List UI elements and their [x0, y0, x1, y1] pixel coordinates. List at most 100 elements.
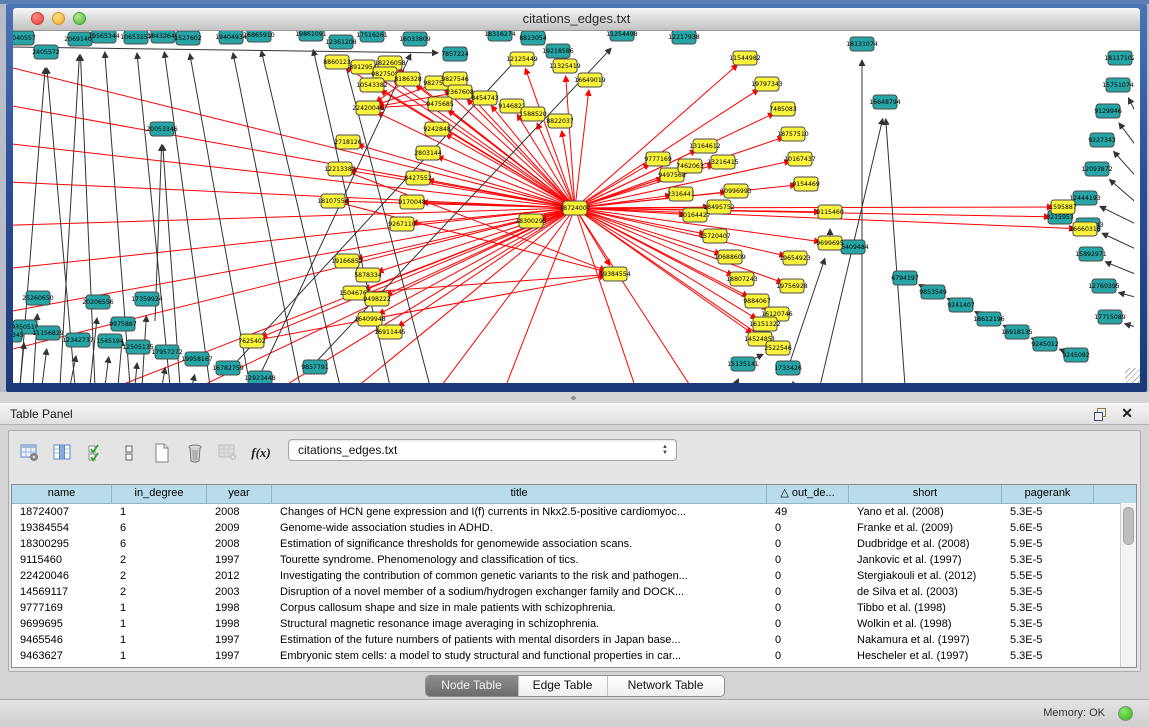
graph-node[interactable]: 1733426 — [774, 361, 802, 375]
tab-network-table[interactable]: Network Table — [607, 676, 724, 696]
graph-node[interactable]: 16782759 — [212, 361, 244, 375]
table-cell[interactable]: 0 — [767, 632, 849, 648]
table-cell[interactable]: 0 — [767, 600, 849, 616]
table-cell[interactable]: 6 — [112, 520, 207, 536]
table-row[interactable]: 946554611997Estimation of the future num… — [12, 632, 1136, 648]
new-column-icon[interactable] — [151, 442, 173, 464]
table-cell[interactable]: 0 — [767, 568, 849, 584]
function-builder-icon[interactable]: f(x) — [250, 442, 272, 464]
graph-node[interactable]: 16648794 — [869, 95, 901, 109]
table-cell[interactable]: Changes of HCN gene expression and I(f) … — [272, 504, 767, 520]
graph-node[interactable]: 18495752 — [703, 200, 735, 214]
table-cell[interactable]: 18724007 — [12, 504, 112, 520]
graph-node[interactable]: 11156829 — [32, 326, 64, 340]
table-cell[interactable]: Franke et al. (2009) — [849, 520, 1002, 536]
graph-node[interactable]: 2803144 — [414, 146, 442, 160]
table-row[interactable]: 977716911998Corpus callosum shape and si… — [12, 600, 1136, 616]
graph-node[interactable]: 2405572 — [32, 45, 60, 59]
graph-node[interactable]: 16649019 — [574, 73, 606, 87]
table-cell[interactable]: 5.3E-5 — [1002, 600, 1094, 616]
graph-node[interactable]: 22420046 — [352, 101, 384, 115]
column-visibility-icon[interactable] — [52, 442, 74, 464]
graph-node[interactable]: 19384554 — [599, 267, 631, 281]
graph-node[interactable]: 10543382 — [356, 78, 388, 92]
table-row[interactable]: 1830029562008Estimation of significance … — [12, 536, 1136, 552]
table-selector-combo[interactable]: citations_edges.txt ▲▼ — [288, 439, 677, 461]
table-cell[interactable]: Estimation of the future numbers of pati… — [272, 632, 767, 648]
table-cell[interactable]: 2 — [112, 552, 207, 568]
graph-node[interactable]: 8813054 — [519, 31, 547, 45]
graph-node[interactable]: 9245092 — [1062, 348, 1090, 362]
column-header-short[interactable]: short — [849, 485, 1002, 503]
table-cell[interactable]: 0 — [767, 520, 849, 536]
table-cell[interactable]: 1998 — [207, 616, 272, 632]
graph-node[interactable]: 15892971 — [1075, 247, 1107, 261]
table-cell[interactable]: 0 — [767, 584, 849, 600]
column-header-in_degree[interactable]: in_degree — [112, 485, 207, 503]
graph-node[interactable]: 9227343 — [1088, 133, 1116, 147]
graph-node[interactable]: 12217938 — [668, 31, 700, 44]
graph-node[interactable]: 13216415 — [707, 155, 739, 169]
graph-node[interactable]: 9857791 — [301, 360, 329, 374]
graph-node[interactable]: 11544982 — [729, 51, 761, 65]
table-cell[interactable]: 0 — [767, 552, 849, 568]
graph-node[interactable]: 12342737 — [62, 333, 94, 347]
splitter-handle-icon[interactable] — [571, 396, 576, 400]
graph-node[interactable]: 12125449 — [506, 52, 538, 66]
table-cell[interactable]: Tourette syndrome. Phenomenology and cla… — [272, 552, 767, 568]
graph-node[interactable]: 9129946 — [1094, 104, 1122, 118]
graph-node[interactable]: 8427552 — [404, 171, 432, 185]
table-cell[interactable]: Structural magnetic resonance image aver… — [272, 616, 767, 632]
tab-edge-table[interactable]: Edge Table — [518, 676, 607, 696]
graph-node[interactable]: 8860123 — [323, 55, 351, 69]
graph-node[interactable]: 19861091 — [295, 31, 327, 41]
graph-node[interactable]: 6794197 — [891, 271, 919, 285]
graph-node[interactable]: 16865910 — [243, 31, 275, 42]
graph-node[interactable]: 9245012 — [1031, 337, 1059, 351]
graph-node[interactable]: 8454743 — [471, 91, 499, 105]
graph-node[interactable]: 16409948 — [354, 312, 386, 326]
graph-node[interactable]: 12093872 — [1081, 162, 1113, 176]
row-mode-icon[interactable] — [118, 442, 140, 464]
graph-node[interactable]: 9853549 — [919, 285, 947, 299]
table-cell[interactable]: 9465546 — [12, 632, 112, 648]
graph-node[interactable]: 19797343 — [751, 77, 783, 91]
graph-node[interactable]: 18724007 — [559, 201, 591, 215]
graph-node[interactable]: 15135141 — [727, 357, 759, 371]
table-row[interactable]: 969969511998Structural magnetic resonanc… — [12, 616, 1136, 632]
table-cell[interactable]: 9777169 — [12, 600, 112, 616]
graph-node[interactable]: 9241407 — [947, 298, 975, 312]
graph-node[interactable]: 9170048 — [398, 195, 426, 209]
table-cell[interactable]: 1 — [112, 600, 207, 616]
table-cell[interactable]: 5.3E-5 — [1002, 504, 1094, 520]
graph-node[interactable]: 16660316 — [1069, 222, 1101, 236]
graph-node[interactable]: 9777169 — [644, 152, 672, 166]
table-cell[interactable]: 2012 — [207, 568, 272, 584]
graph-node[interactable]: 8186328 — [394, 72, 422, 86]
table-cell[interactable]: de Silva et al. (2003) — [849, 584, 1002, 600]
table-row[interactable]: 1456911722003Disruption of a novel membe… — [12, 584, 1136, 600]
table-cell[interactable]: 2009 — [207, 520, 272, 536]
graph-node[interactable]: 7857224 — [441, 47, 469, 61]
table-cell[interactable]: Dudbridge et al. (2008) — [849, 536, 1002, 552]
network-graph[interactable]: 1872400720405572405572206914061956534410… — [13, 31, 1134, 383]
close-window-icon[interactable] — [31, 12, 44, 25]
table-cell[interactable]: Embryonic stem cells: a model to study s… — [272, 648, 767, 664]
table-cell[interactable]: 1997 — [207, 552, 272, 568]
scrollbar-thumb[interactable] — [1123, 507, 1134, 545]
graph-node[interactable]: 17715089 — [1094, 310, 1126, 324]
table-cell[interactable]: Estimation of significance thresholds fo… — [272, 536, 767, 552]
maximize-window-icon[interactable] — [73, 12, 86, 25]
graph-node[interactable]: 17516261 — [356, 31, 388, 42]
table-cell[interactable]: 5.3E-5 — [1002, 584, 1094, 600]
table-cell[interactable]: 5.3E-5 — [1002, 632, 1094, 648]
column-header-name[interactable]: name — [12, 485, 112, 503]
table-cell[interactable]: 1 — [112, 648, 207, 664]
graph-node[interactable]: 2522546 — [764, 341, 792, 355]
table-cell[interactable]: 2008 — [207, 504, 272, 520]
graph-node[interactable]: 9498222 — [363, 292, 391, 306]
graph-node[interactable]: 13164612 — [689, 139, 721, 153]
table-cell[interactable]: 9115460 — [12, 552, 112, 568]
graph-node[interactable]: 9475685 — [426, 97, 454, 111]
graph-node[interactable]: 17957272 — [151, 345, 183, 359]
